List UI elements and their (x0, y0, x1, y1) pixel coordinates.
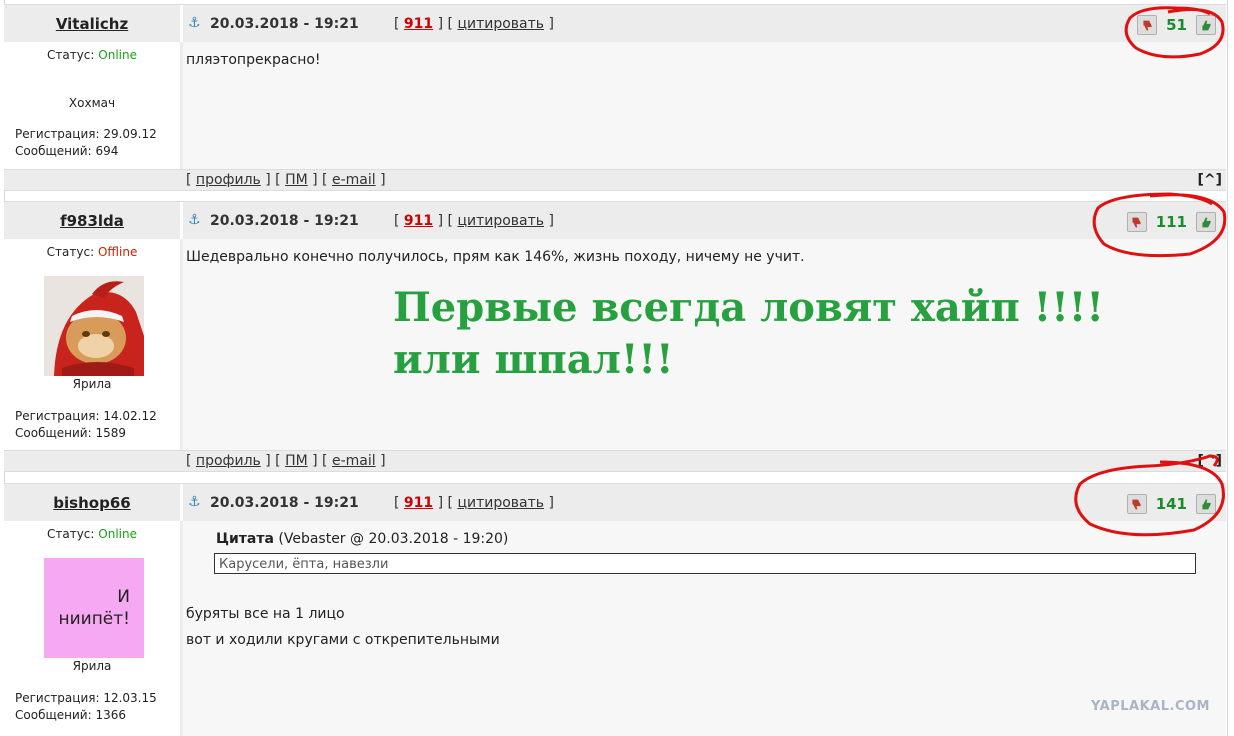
red-circle-annotations (1074, 6, 1227, 537)
site-watermark: YAPLAKAL.COM (1091, 699, 1210, 714)
red-circle (1092, 192, 1227, 258)
red-circle (1074, 454, 1225, 537)
red-circle (1124, 6, 1225, 59)
